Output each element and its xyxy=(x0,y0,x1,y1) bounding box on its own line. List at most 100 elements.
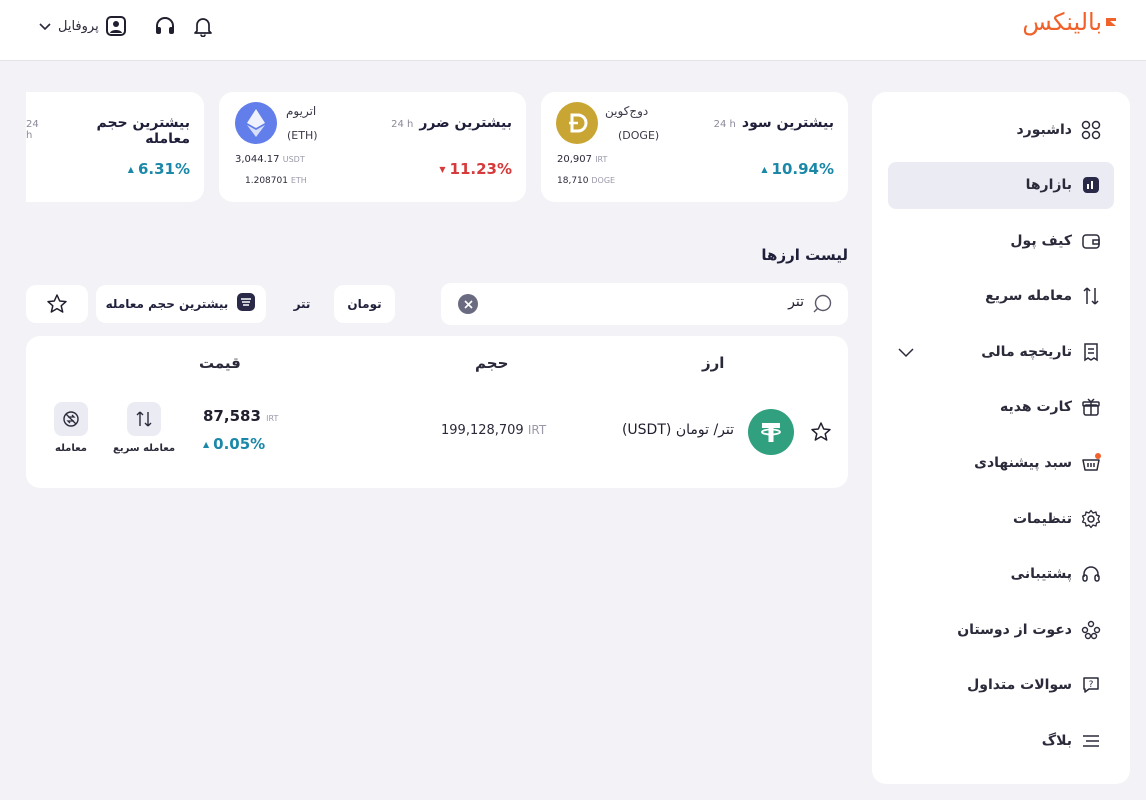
star-icon xyxy=(47,294,67,313)
filter-toman-label: تومان xyxy=(347,297,382,311)
sort-icon xyxy=(236,292,256,316)
sidebar-item-label: کارت هدیه xyxy=(1000,399,1072,416)
search-icon xyxy=(813,294,832,313)
column-header-currency: ارز xyxy=(702,354,725,372)
stat-title-text: بیشترین حجم معامله xyxy=(96,115,190,147)
sidebar-item-support[interactable]: پشتیبانی xyxy=(888,551,1114,598)
row-price-value: 87,583 xyxy=(203,407,261,425)
sidebar-item-label: بلاگ xyxy=(1041,733,1072,750)
sidebar-item-settings[interactable]: تنظیمات xyxy=(888,495,1114,542)
stat-title-text: بیشترین سود xyxy=(741,115,834,131)
coin-secondary-value: 1.208701 xyxy=(245,176,288,186)
people-icon xyxy=(1080,619,1102,641)
tether-coin-icon xyxy=(748,409,794,455)
top-actions: پروفایل xyxy=(38,13,215,39)
profile-menu[interactable]: پروفایل xyxy=(38,13,127,39)
sidebar: داشبورد بازارها کیف پول معامله سریع تاری… xyxy=(872,92,1130,784)
bell-icon[interactable] xyxy=(191,14,215,38)
stat-title-text: بیشترین ضرر xyxy=(419,115,512,131)
row-change-value: 0.05% xyxy=(213,435,266,453)
basket-icon xyxy=(1080,452,1102,474)
arrow-down-icon: ▼ xyxy=(439,164,446,174)
stat-period: 24 h xyxy=(26,119,39,141)
stat-card-most-volume[interactable]: بیشترین حجم معامله 24 h ▲ 6.31% xyxy=(26,92,204,202)
currency-list-title: لیست ارزها xyxy=(761,246,848,264)
sidebar-item-invite[interactable]: دعوت از دوستان xyxy=(888,606,1114,653)
stat-title: بیشترین حجم معامله 24 h xyxy=(26,115,190,147)
coin-symbol: (ETH) xyxy=(287,129,318,142)
clear-search-button[interactable] xyxy=(458,294,478,314)
arrow-up-icon: ▲ xyxy=(127,164,134,174)
close-icon xyxy=(463,299,473,309)
column-header-volume: حجم xyxy=(475,354,509,372)
sidebar-item-label: بازارها xyxy=(1025,177,1072,194)
headset-icon xyxy=(1080,563,1102,585)
filter-toman-tab[interactable]: تومان xyxy=(334,285,395,323)
row-pair-name: تتر/ تومان xyxy=(675,422,734,438)
coin-price-unit: USDT xyxy=(282,155,305,164)
sidebar-item-label: پشتیبانی xyxy=(1010,566,1072,583)
top-bar: بالینکس پروفایل xyxy=(0,0,1146,61)
sidebar-item-label: تاریخچه مالی xyxy=(981,343,1072,360)
sidebar-item-markets[interactable]: بازارها xyxy=(888,161,1114,209)
coin-price: 3,044.17 USDT xyxy=(235,154,305,165)
coin-name: اتریوم xyxy=(286,104,317,118)
sidebar-item-blog[interactable]: بلاگ xyxy=(888,718,1114,765)
currency-table: ارز حجم قیمت تتر/ تومان (USDT) 199,128,7… xyxy=(26,336,848,488)
sort-dropdown[interactable]: بیشترین حجم معامله xyxy=(96,285,266,323)
wallet-icon xyxy=(1080,230,1102,252)
sidebar-item-label: دعوت از دوستان xyxy=(957,621,1072,638)
coin-secondary: 18,710 DOGE xyxy=(557,176,615,186)
stat-card-most-profit[interactable]: بیشترین سود 24 h ▲ 10.94% دوج‌کوین (DOGE… xyxy=(541,92,848,202)
trade-icon xyxy=(54,402,88,436)
coin-price-value: 20,907 xyxy=(557,154,592,165)
eth-coin-icon xyxy=(235,102,277,144)
gift-icon xyxy=(1080,396,1102,418)
filter-tether-tab[interactable]: تتر xyxy=(272,285,332,323)
sidebar-item-dashboard[interactable]: داشبورد xyxy=(888,106,1114,153)
trade-button[interactable]: معامله xyxy=(54,402,88,454)
quick-trade-button[interactable]: معامله سریع xyxy=(113,402,175,454)
sidebar-item-wallet[interactable]: کیف پول xyxy=(888,217,1114,264)
coin-secondary-unit: ETH xyxy=(290,176,307,185)
arrow-up-icon: ▲ xyxy=(761,164,768,174)
headset-icon[interactable] xyxy=(153,14,177,38)
filter-tether-label: تتر xyxy=(293,297,311,311)
column-header-price: قیمت xyxy=(199,354,241,372)
stat-change-value: 6.31% xyxy=(137,160,190,178)
search-value: تتر xyxy=(788,294,804,310)
chevron-down-icon xyxy=(39,23,51,31)
sidebar-item-suggested-basket[interactable]: سبد پیشنهادی xyxy=(888,440,1114,487)
row-change: ▲ 0.05% xyxy=(203,435,265,453)
star-icon[interactable] xyxy=(810,421,832,443)
row-volume: 199,128,709 IRT xyxy=(441,423,546,438)
chevron-down-icon[interactable] xyxy=(896,342,916,362)
trade-label: معامله xyxy=(55,443,87,454)
row-volume-value: 199,128,709 xyxy=(441,423,524,438)
sidebar-item-faq[interactable]: ? سوالات متداول xyxy=(888,662,1114,709)
coin-price-unit: IRT xyxy=(595,155,608,164)
row-price: 87,583 IRT xyxy=(203,407,278,425)
coin-symbol: (DOGE) xyxy=(618,129,660,142)
grid-icon xyxy=(1080,119,1102,141)
sidebar-item-financial-history[interactable]: تاریخچه مالی xyxy=(888,328,1114,375)
sidebar-item-label: کیف پول xyxy=(1010,232,1072,249)
coin-price-value: 3,044.17 xyxy=(235,154,280,165)
logo[interactable]: بالینکس xyxy=(1022,8,1118,36)
stat-card-most-loss[interactable]: بیشترین ضرر 24 h ▼ 11.23% اتریوم (ETH) 3… xyxy=(219,92,526,202)
logo-mark-icon xyxy=(1106,18,1116,26)
stat-period: 24 h xyxy=(713,119,736,130)
sidebar-item-gift-card[interactable]: کارت هدیه xyxy=(888,384,1114,431)
sidebar-item-label: معامله سریع xyxy=(985,288,1072,305)
quick-trade-label: معامله سریع xyxy=(113,443,176,454)
coin-secondary-unit: DOGE xyxy=(591,176,616,185)
stat-change: ▲ 6.31% xyxy=(128,160,190,178)
row-symbol: (USDT) xyxy=(621,422,672,438)
swap-icon xyxy=(1080,285,1102,307)
row-price-unit: IRT xyxy=(266,414,279,423)
favorites-filter-button[interactable] xyxy=(26,285,88,323)
sort-label: بیشترین حجم معامله xyxy=(105,297,229,311)
search-input[interactable]: تتر xyxy=(441,283,848,325)
stat-title: بیشترین ضرر 24 h xyxy=(391,115,512,131)
sidebar-item-quick-trade[interactable]: معامله سریع xyxy=(888,273,1114,320)
